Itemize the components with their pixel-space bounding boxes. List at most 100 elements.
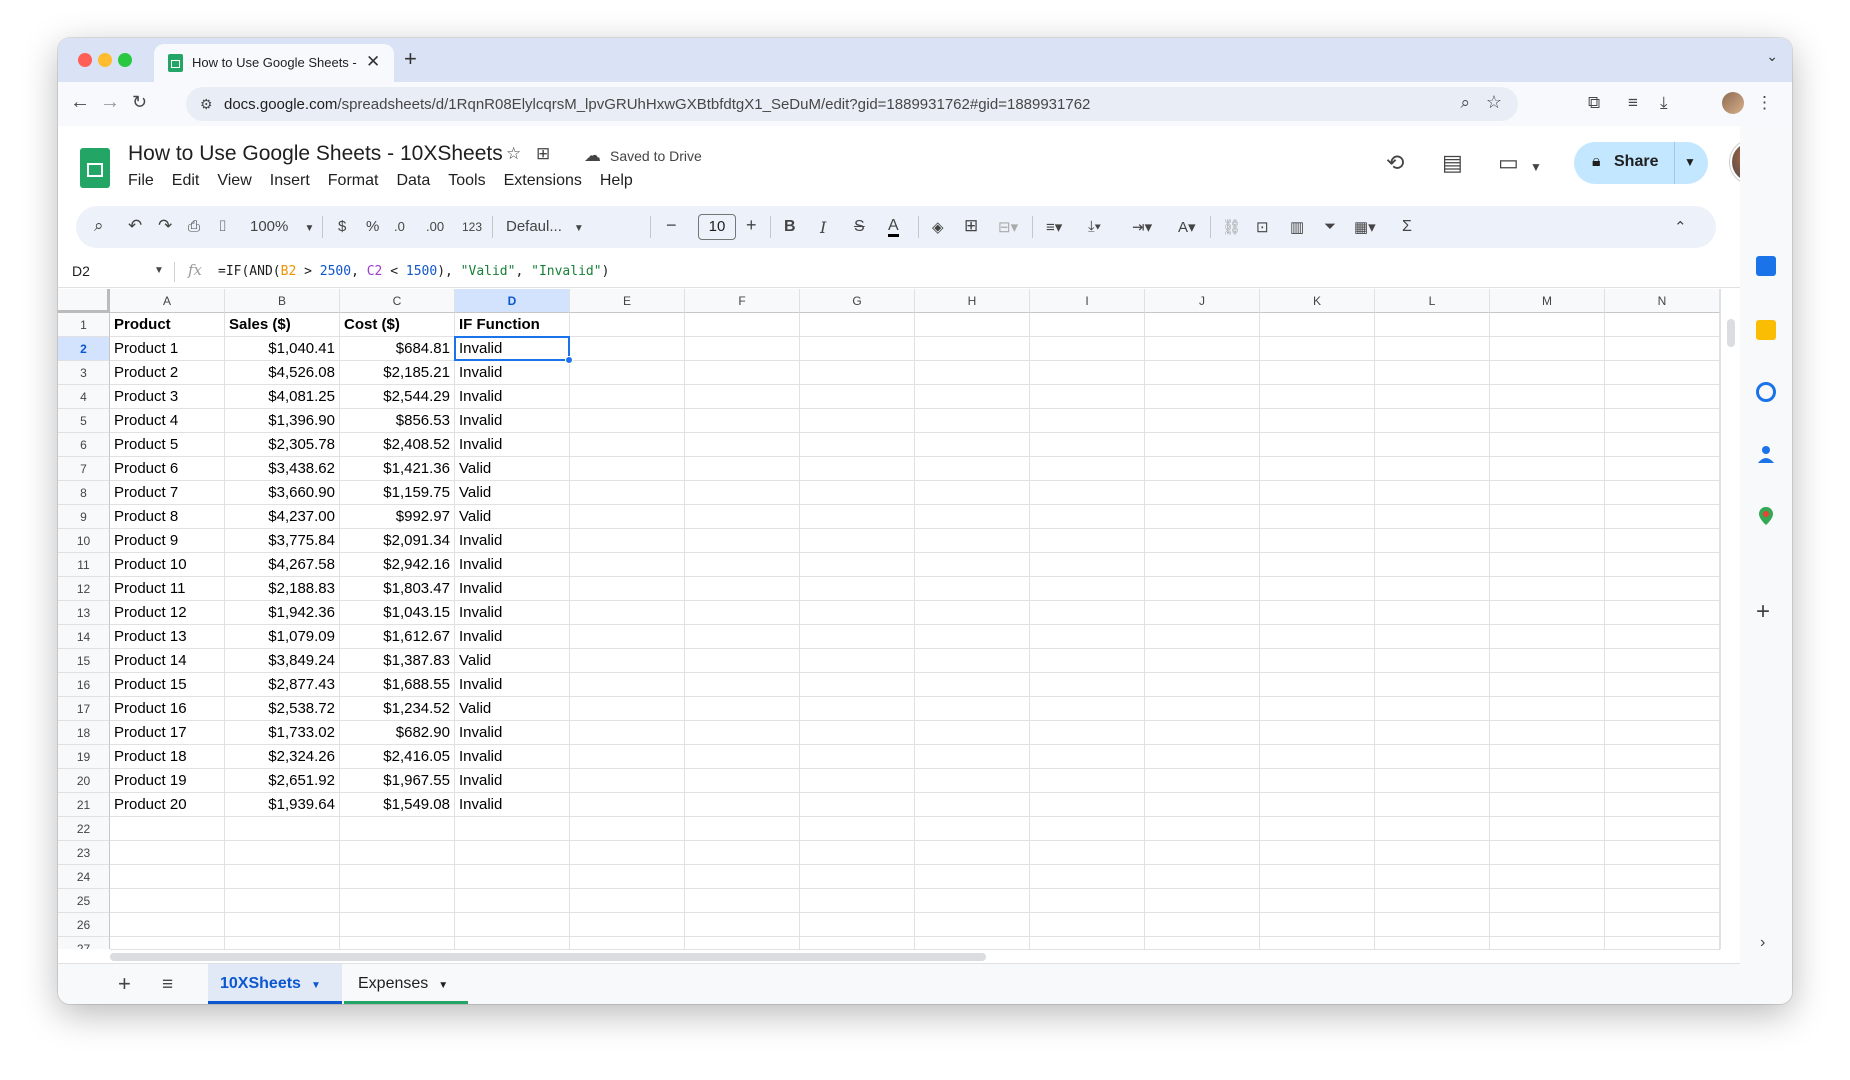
- paint-format-icon[interactable]: ⌷: [218, 218, 227, 235]
- cell-i19[interactable]: [1030, 745, 1145, 769]
- cell-i21[interactable]: [1030, 793, 1145, 817]
- cell-i11[interactable]: [1030, 553, 1145, 577]
- cell-k25[interactable]: [1260, 889, 1375, 913]
- create-filter-icon[interactable]: ⏷: [1324, 218, 1336, 235]
- new-tab-icon[interactable]: +: [404, 46, 417, 72]
- cell-a1[interactable]: Product: [110, 313, 225, 337]
- column-header-k[interactable]: K: [1260, 289, 1375, 313]
- insert-link-icon[interactable]: ⛓: [1222, 218, 1241, 236]
- cell-g10[interactable]: [800, 529, 915, 553]
- vertical-scroll-thumb[interactable]: [1727, 319, 1735, 347]
- fill-color-icon[interactable]: ◈: [932, 218, 944, 236]
- cell-k2[interactable]: [1260, 337, 1375, 361]
- cell-k9[interactable]: [1260, 505, 1375, 529]
- row-header-18[interactable]: 18: [58, 721, 110, 745]
- name-box-dropdown-icon[interactable]: ▼: [154, 265, 164, 276]
- cell-m19[interactable]: [1490, 745, 1605, 769]
- cell-n21[interactable]: [1605, 793, 1720, 817]
- cell-k21[interactable]: [1260, 793, 1375, 817]
- cell-g19[interactable]: [800, 745, 915, 769]
- cell-l21[interactable]: [1375, 793, 1490, 817]
- cell-h6[interactable]: [915, 433, 1030, 457]
- cell-b27[interactable]: [225, 937, 340, 949]
- cell-j9[interactable]: [1145, 505, 1260, 529]
- cell-k14[interactable]: [1260, 625, 1375, 649]
- cell-f23[interactable]: [685, 841, 800, 865]
- row-header-22[interactable]: 22: [58, 817, 110, 841]
- cell-m4[interactable]: [1490, 385, 1605, 409]
- bold-icon[interactable]: B: [784, 218, 796, 236]
- cell-a27[interactable]: [110, 937, 225, 949]
- tab-search-chevron-icon[interactable]: ⌄: [1766, 48, 1778, 65]
- cell-i17[interactable]: [1030, 697, 1145, 721]
- cell-c17[interactable]: $1,234.52: [340, 697, 455, 721]
- cell-h16[interactable]: [915, 673, 1030, 697]
- cell-l26[interactable]: [1375, 913, 1490, 937]
- cell-e1[interactable]: [570, 313, 685, 337]
- vertical-scrollbar[interactable]: [1720, 289, 1740, 949]
- row-header-5[interactable]: 5: [58, 409, 110, 433]
- cell-b11[interactable]: $4,267.58: [225, 553, 340, 577]
- cell-h15[interactable]: [915, 649, 1030, 673]
- menu-extensions[interactable]: Extensions: [504, 172, 582, 190]
- redo-icon[interactable]: ↷: [158, 216, 172, 236]
- cell-c3[interactable]: $2,185.21: [340, 361, 455, 385]
- cell-n13[interactable]: [1605, 601, 1720, 625]
- cell-i2[interactable]: [1030, 337, 1145, 361]
- cell-f26[interactable]: [685, 913, 800, 937]
- cell-a16[interactable]: Product 15: [110, 673, 225, 697]
- cell-e3[interactable]: [570, 361, 685, 385]
- cell-c22[interactable]: [340, 817, 455, 841]
- cell-c8[interactable]: $1,159.75: [340, 481, 455, 505]
- cell-h8[interactable]: [915, 481, 1030, 505]
- cell-b20[interactable]: $2,651.92: [225, 769, 340, 793]
- cell-e2[interactable]: [570, 337, 685, 361]
- row-header-23[interactable]: 23: [58, 841, 110, 865]
- cell-e17[interactable]: [570, 697, 685, 721]
- cell-k11[interactable]: [1260, 553, 1375, 577]
- cell-h23[interactable]: [915, 841, 1030, 865]
- move-folder-icon[interactable]: ⊞: [536, 144, 550, 164]
- cell-l24[interactable]: [1375, 865, 1490, 889]
- menu-tools[interactable]: Tools: [448, 172, 485, 190]
- cell-b14[interactable]: $1,079.09: [225, 625, 340, 649]
- cell-a22[interactable]: [110, 817, 225, 841]
- cell-k24[interactable]: [1260, 865, 1375, 889]
- cell-d3[interactable]: Invalid: [455, 361, 570, 385]
- cell-c16[interactable]: $1,688.55: [340, 673, 455, 697]
- cell-i10[interactable]: [1030, 529, 1145, 553]
- cell-g9[interactable]: [800, 505, 915, 529]
- borders-icon[interactable]: ⊞: [964, 216, 978, 236]
- cell-n15[interactable]: [1605, 649, 1720, 673]
- menu-data[interactable]: Data: [396, 172, 430, 190]
- cell-i4[interactable]: [1030, 385, 1145, 409]
- cell-m20[interactable]: [1490, 769, 1605, 793]
- cell-n24[interactable]: [1605, 865, 1720, 889]
- name-box[interactable]: D2: [72, 263, 90, 279]
- horizontal-align-icon[interactable]: ≡▾: [1046, 218, 1062, 236]
- cell-m16[interactable]: [1490, 673, 1605, 697]
- cell-f11[interactable]: [685, 553, 800, 577]
- text-wrapping-icon[interactable]: ⇥▾: [1132, 218, 1152, 236]
- cell-j14[interactable]: [1145, 625, 1260, 649]
- cell-c4[interactable]: $2,544.29: [340, 385, 455, 409]
- cell-m23[interactable]: [1490, 841, 1605, 865]
- cell-j20[interactable]: [1145, 769, 1260, 793]
- cell-a2[interactable]: Product 1: [110, 337, 225, 361]
- cell-b24[interactable]: [225, 865, 340, 889]
- meet-dropdown-icon[interactable]: ▼: [1530, 160, 1542, 174]
- cell-b4[interactable]: $4,081.25: [225, 385, 340, 409]
- cell-k5[interactable]: [1260, 409, 1375, 433]
- row-header-20[interactable]: 20: [58, 769, 110, 793]
- share-button[interactable]: 🔒︎ Share ▼: [1574, 142, 1708, 184]
- menu-view[interactable]: View: [217, 172, 251, 190]
- cell-b12[interactable]: $2,188.83: [225, 577, 340, 601]
- cell-a8[interactable]: Product 7: [110, 481, 225, 505]
- meet-icon[interactable]: ▭: [1498, 150, 1519, 176]
- cell-c2[interactable]: $684.81: [340, 337, 455, 361]
- cell-h18[interactable]: [915, 721, 1030, 745]
- row-header-1[interactable]: 1: [58, 313, 110, 337]
- cell-f19[interactable]: [685, 745, 800, 769]
- cell-l23[interactable]: [1375, 841, 1490, 865]
- cell-d1[interactable]: IF Function: [455, 313, 570, 337]
